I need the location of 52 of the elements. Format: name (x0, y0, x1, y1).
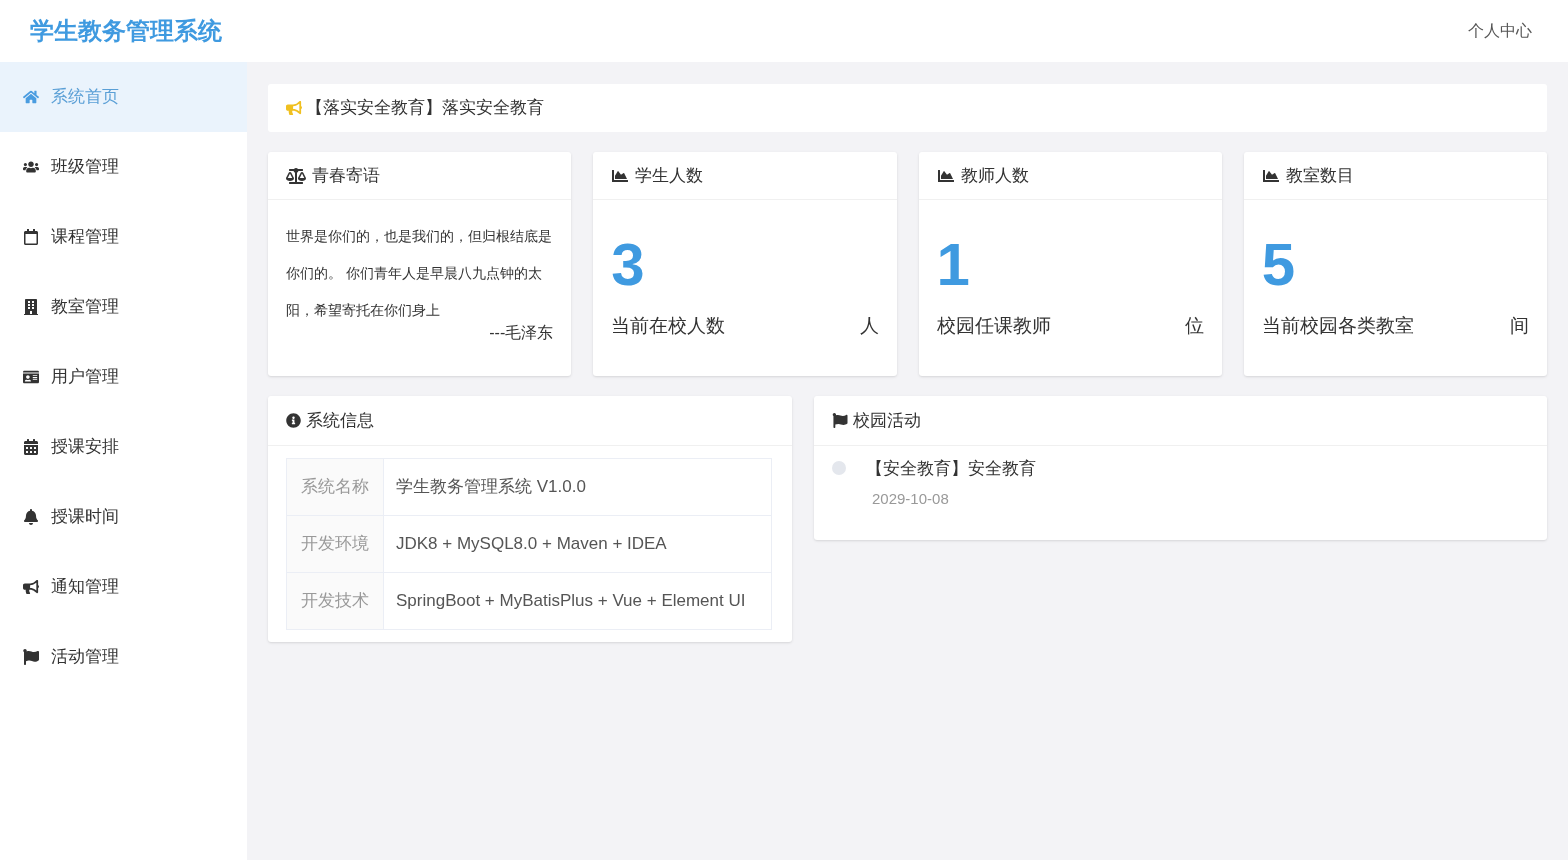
table-cell: 学生教务管理系统 V1.0.0 (383, 458, 772, 516)
area-chart-icon (936, 167, 955, 184)
stat-label: 当前校园各类教室 (1261, 314, 1414, 338)
stat-unit: 人 (859, 314, 879, 338)
app-title: 学生教务管理系统 (30, 16, 222, 46)
notice-text: 【落实安全教育】落实安全教育 (306, 97, 544, 120)
sidebar-item[interactable]: 通知管理 (0, 552, 247, 622)
table-cell: JDK8 + MySQL8.0 + Maven + IDEA (383, 515, 772, 573)
calendar-icon (23, 229, 39, 245)
flag-icon (23, 649, 39, 665)
stat-label: 当前在校人数 (611, 314, 726, 338)
sidebar-item[interactable]: 授课安排 (0, 412, 247, 482)
stat-label: 校园任课教师 (936, 314, 1051, 338)
area-chart-icon (611, 167, 630, 184)
table-cell: 开发环境 (286, 515, 384, 573)
sidebar-item[interactable]: 授课时间 (0, 482, 247, 552)
bell-icon (23, 509, 39, 525)
table-cell: 开发技术 (286, 572, 384, 630)
stat-value: 5 (1260, 230, 1297, 300)
stat-value: 3 (610, 230, 646, 300)
flag-icon (832, 413, 848, 428)
sidebar-item[interactable]: 教室管理 (0, 272, 247, 342)
id-card-icon (23, 369, 39, 385)
area-chart-icon (1261, 167, 1280, 184)
activity-date: 2029-10-08 (871, 488, 950, 509)
home-icon (23, 89, 39, 105)
sidebar-item[interactable]: 班级管理 (0, 132, 247, 202)
quote-author: ---毛泽东 (489, 323, 554, 343)
table-cell: SpringBoot + MyBatisPlus + Vue + Element UI (383, 572, 772, 630)
card-title: 校园活动 (853, 409, 921, 432)
table-cell: 系统名称 (286, 458, 384, 516)
stat-unit: 间 (1510, 314, 1529, 338)
card-title: 教室数目 (1285, 164, 1354, 187)
megaphone-icon (23, 579, 39, 595)
card-title: 青春寄语 (312, 164, 380, 187)
card-title: 教师人数 (960, 164, 1029, 187)
activity-title: 【安全教育】安全教育 (866, 458, 1036, 480)
scales-icon (286, 167, 306, 184)
calendar-icon (23, 439, 39, 455)
sidebar-item[interactable]: 课程管理 (0, 202, 247, 272)
stat-unit: 位 (1184, 314, 1204, 338)
users-icon (23, 159, 39, 175)
building-icon (23, 299, 39, 315)
card-title: 系统信息 (306, 409, 374, 432)
card-title: 学生人数 (635, 164, 704, 187)
info-icon (286, 413, 301, 428)
user-center-link[interactable]: 个人中心 (1468, 19, 1532, 43)
sidebar-item[interactable]: 用户管理 (0, 342, 247, 412)
stat-value: 1 (935, 230, 971, 300)
quote-text: 世界是你们的，也是我们的，但归根结底是你们的。 你们青年人是早晨八九点钟的太阳，希望寄托在你们身上 (286, 227, 553, 320)
megaphone-icon (286, 100, 302, 116)
sidebar-item[interactable]: 活动管理 (0, 622, 247, 692)
